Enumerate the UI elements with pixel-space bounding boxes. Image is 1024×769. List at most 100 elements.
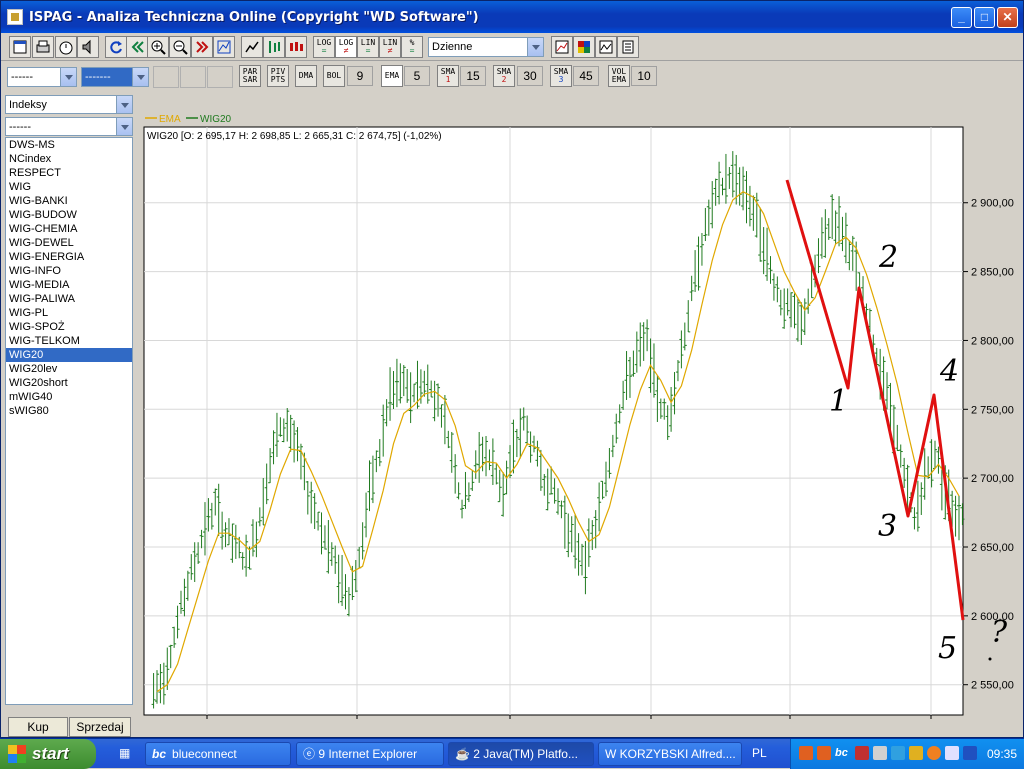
java-tray-icon[interactable] xyxy=(799,746,813,760)
instrument-item[interactable]: NCindex xyxy=(6,152,132,166)
ema-button[interactable]: EMA xyxy=(381,65,403,87)
log-scale-button[interactable]: LOG = xyxy=(313,36,335,58)
task-java[interactable]: ☕ 2 Java(TM) Platfo... xyxy=(448,742,594,766)
instrument-item[interactable]: WIG-SPOŻ xyxy=(6,320,132,334)
bc-icon: bc xyxy=(152,747,167,761)
y-tick-label: 2 750,00 xyxy=(971,404,1014,416)
instrument-item[interactable]: sWIG80 xyxy=(6,404,132,418)
indicator-select-2[interactable]: ------- xyxy=(81,67,149,87)
instrument-item[interactable]: WIG-DEWEL xyxy=(6,236,132,250)
subcategory-select[interactable]: ------ xyxy=(5,117,133,136)
instrument-item[interactable]: WIG20 xyxy=(6,348,132,362)
start-button[interactable]: start xyxy=(0,739,96,769)
instrument-item[interactable]: WIG-INFO xyxy=(6,264,132,278)
task-word-document[interactable]: W KORZYBSKI Alfred.... xyxy=(598,742,742,766)
instrument-item[interactable]: WIG20lev xyxy=(6,362,132,376)
parabolic-sar-button[interactable]: PAR SAR xyxy=(239,65,261,87)
ohlc-chart-icon[interactable] xyxy=(263,36,285,58)
lin-scale-button[interactable]: LIN = xyxy=(357,36,379,58)
zoom-in-icon[interactable] xyxy=(147,36,169,58)
language-indicator[interactable]: PL xyxy=(752,746,767,760)
colors-icon[interactable] xyxy=(573,36,595,58)
instrument-item[interactable]: WIG20short xyxy=(6,376,132,390)
sound-icon[interactable] xyxy=(77,36,99,58)
sma1-button[interactable]: SMA 1 xyxy=(437,65,459,87)
instrument-item[interactable]: mWIG40 xyxy=(6,390,132,404)
fit-chart-icon[interactable] xyxy=(213,36,235,58)
timer-icon[interactable] xyxy=(55,36,77,58)
wave-label: 5 xyxy=(938,631,957,666)
monitor-icon[interactable] xyxy=(945,746,959,760)
maximize-button[interactable]: □ xyxy=(974,7,995,28)
printer-tray-icon[interactable] xyxy=(873,746,887,760)
show-desktop-icon[interactable]: ▦ xyxy=(113,742,137,766)
period-select[interactable]: Dzienne xyxy=(428,37,544,57)
report-icon[interactable] xyxy=(617,36,639,58)
system-tray: bc 09:35 xyxy=(790,739,1024,769)
window-title: ISPAG - Analiza Techniczna Online (Copyr… xyxy=(29,9,479,25)
instrument-item[interactable]: WIG-BUDOW xyxy=(6,208,132,222)
y-tick-label: 2 900,00 xyxy=(971,198,1014,210)
instrument-item[interactable]: WIG-MEDIA xyxy=(6,278,132,292)
rewind-icon[interactable] xyxy=(126,36,148,58)
close-button[interactable]: ✕ xyxy=(997,7,1018,28)
dma-button[interactable]: DMA xyxy=(295,65,317,87)
price-chart[interactable]: EMA WIG202 550,002 600,002 650,002 700,00… xyxy=(141,109,1019,736)
instrument-item[interactable]: WIG-ENERGIA xyxy=(6,250,132,264)
print-icon[interactable] xyxy=(32,36,54,58)
instrument-item[interactable]: WIG-CHEMIA xyxy=(6,222,132,236)
clock: 09:35 xyxy=(987,747,1018,761)
sma3-button[interactable]: SMA 3 xyxy=(550,65,572,87)
ema-period[interactable]: 5 xyxy=(404,66,430,86)
volume-ema-period[interactable]: 10 xyxy=(631,66,657,86)
pivot-points-button[interactable]: PIV PTS xyxy=(267,65,289,87)
volume-ema-button[interactable]: VOL EMA xyxy=(608,65,630,87)
new-window-icon[interactable] xyxy=(9,36,31,58)
wave-label: ? xyxy=(991,615,1008,650)
chart-settings-icon[interactable] xyxy=(551,36,573,58)
y-tick-label: 2 850,00 xyxy=(971,267,1014,279)
chart-area[interactable]: EMA WIG20 2 550,00 2 600,00 2 650,00 2 700,00… xyxy=(141,109,1019,736)
minimize-button[interactable]: _ xyxy=(951,7,972,28)
instrument-item[interactable]: WIG xyxy=(6,180,132,194)
instrument-item[interactable]: WIG-BANKI xyxy=(6,194,132,208)
sma2-period[interactable]: 30 xyxy=(517,66,543,86)
y-tick-label: 2 800,00 xyxy=(971,335,1014,347)
line-chart-icon[interactable] xyxy=(241,36,263,58)
sma2-button[interactable]: SMA 2 xyxy=(493,65,515,87)
sma1-period[interactable]: 15 xyxy=(460,66,486,86)
zoom-out-icon[interactable] xyxy=(169,36,191,58)
java-tray-icon[interactable] xyxy=(817,746,831,760)
indicator-chart-icon[interactable] xyxy=(595,36,617,58)
percent-button[interactable]: % = xyxy=(401,36,423,58)
bollinger-button[interactable]: BOL xyxy=(323,65,345,87)
y-tick-label: 2 700,00 xyxy=(971,473,1014,485)
instrument-item[interactable]: WIG-PL xyxy=(6,306,132,320)
sell-button[interactable]: Sprzedaj xyxy=(69,717,131,737)
instrument-item[interactable]: WIG-TELKOM xyxy=(6,334,132,348)
forward-icon[interactable] xyxy=(191,36,213,58)
refresh-icon[interactable] xyxy=(105,36,127,58)
task-internet-explorer[interactable]: ⓔ 9 Internet Explorer xyxy=(296,742,444,766)
volume-icon[interactable] xyxy=(963,746,977,760)
lin-scale-alt-button[interactable]: LIN ≠ xyxy=(379,36,401,58)
instrument-item[interactable]: DWS-MS xyxy=(6,138,132,152)
candle-chart-icon[interactable] xyxy=(285,36,307,58)
wave-label: 3 xyxy=(878,509,897,544)
log-scale-alt-button[interactable]: LOG ≠ xyxy=(335,36,357,58)
indicator-select-1[interactable]: ------ xyxy=(7,67,77,87)
empty-slot xyxy=(153,66,179,88)
instrument-item[interactable]: WIG-PALIWA xyxy=(6,292,132,306)
bc-tray-icon[interactable]: bc xyxy=(835,747,849,761)
bollinger-period[interactable]: 9 xyxy=(347,66,373,86)
instrument-item[interactable]: RESPECT xyxy=(6,166,132,180)
task-blueconnect[interactable]: bc blueconnect xyxy=(145,742,291,766)
security-icon[interactable] xyxy=(909,746,923,760)
category-select[interactable]: Indeksy xyxy=(5,95,133,114)
buy-button[interactable]: Kup xyxy=(8,717,68,737)
update-icon[interactable] xyxy=(891,746,905,760)
sma3-period[interactable]: 45 xyxy=(573,66,599,86)
network-icon[interactable] xyxy=(855,746,869,760)
antivirus-icon[interactable] xyxy=(927,746,941,760)
title-bar[interactable]: ISPAG - Analiza Techniczna Online (Copyr… xyxy=(1,1,1023,33)
